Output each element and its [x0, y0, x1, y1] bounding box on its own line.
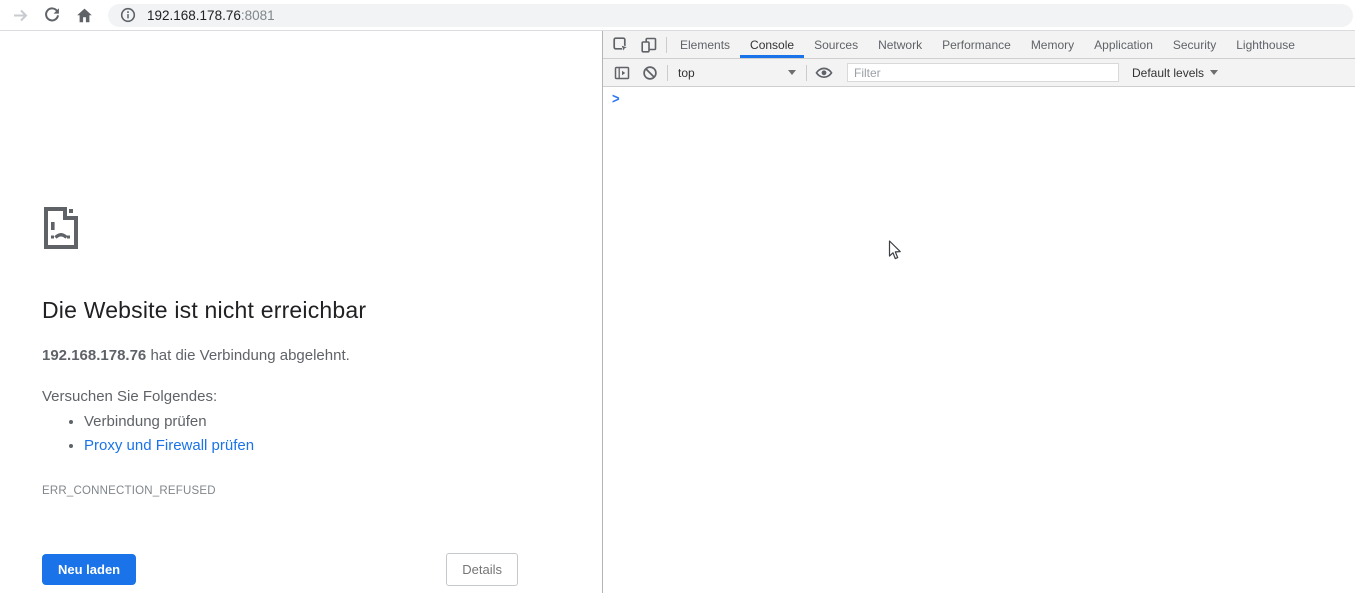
toggle-device-toolbar-icon	[641, 37, 657, 53]
inspect-element-icon	[613, 36, 629, 53]
dropdown-caret-icon	[1210, 70, 1219, 75]
home-icon	[76, 8, 92, 22]
error-title: Die Website ist nicht erreichbar	[42, 297, 367, 323]
reload-button[interactable]	[38, 1, 66, 29]
console-toolbar: top Default levels	[603, 59, 1355, 87]
url-port: :8081	[240, 7, 275, 23]
context-label: top	[678, 65, 695, 80]
details-button[interactable]: Details	[446, 553, 518, 586]
forward-button[interactable]	[6, 1, 34, 29]
error-message-host: 192.168.178.76	[42, 347, 147, 364]
error-page: Die Website ist nicht erreichbar 192.168…	[0, 31, 602, 593]
tab-sources[interactable]: Sources	[804, 31, 868, 58]
devtools-panel: Elements Console Sources Network Perform…	[602, 31, 1355, 593]
tab-console[interactable]: Console	[740, 31, 805, 58]
live-expression-button[interactable]	[810, 64, 838, 82]
home-button[interactable]	[70, 1, 98, 29]
error-code: ERR_CONNECTION_REFUSED	[42, 485, 216, 497]
browser-window: 192.168.178.76:8081 Die Website ist nich…	[0, 0, 1355, 593]
tab-lighthouse[interactable]: Lighthouse	[1226, 31, 1305, 58]
clear-console-button[interactable]	[636, 65, 664, 81]
toggle-device-toolbar-button[interactable]	[635, 31, 663, 58]
reload-icon	[45, 7, 59, 22]
log-levels-dropdown[interactable]: Default levels	[1132, 65, 1219, 80]
tab-memory[interactable]: Memory	[1021, 31, 1084, 58]
reload-page-button[interactable]: Neu laden	[42, 554, 137, 585]
sad-file-icon	[44, 207, 78, 249]
tab-application[interactable]: Application	[1084, 31, 1163, 58]
tab-elements[interactable]: Elements	[670, 31, 740, 58]
url-host: 192.168.178.76	[147, 7, 241, 23]
toolbar-separator	[666, 36, 667, 53]
content-area: Die Website ist nicht erreichbar 192.168…	[0, 31, 1355, 593]
eye-icon	[815, 67, 833, 78]
suggestion-check-connection: Verbindung prüfen	[84, 410, 518, 434]
browser-toolbar: 192.168.178.76:8081	[0, 0, 1355, 31]
console-prompt-chevron-icon: >	[612, 90, 620, 107]
suggestion-check-proxy-firewall: Proxy und Firewall prüfen	[84, 434, 518, 458]
clear-console-icon	[643, 65, 657, 80]
error-buttons-row: Neu laden Details	[42, 553, 518, 586]
tab-network[interactable]: Network	[868, 31, 932, 58]
proxy-firewall-link[interactable]: Proxy und Firewall prüfen	[84, 437, 254, 454]
console-prompt-row[interactable]: >	[603, 87, 1355, 105]
address-bar[interactable]: 192.168.178.76:8081	[108, 3, 1353, 27]
devtools-tabbar: Elements Console Sources Network Perform…	[603, 31, 1355, 59]
info-icon[interactable]	[120, 7, 136, 23]
javascript-context-dropdown[interactable]: top	[671, 59, 803, 86]
console-sidebar-icon	[614, 66, 630, 79]
error-message: 192.168.178.76 hat die Verbindung abgele…	[42, 347, 518, 364]
suggestions-heading: Versuchen Sie Folgendes:	[42, 388, 218, 405]
suggestions-list: Verbindung prüfen Proxy und Firewall prü…	[42, 410, 518, 458]
toolbar-separator	[667, 64, 668, 81]
dropdown-caret-icon	[788, 70, 796, 75]
tab-security[interactable]: Security	[1163, 31, 1226, 58]
log-levels-label: Default levels	[1132, 65, 1205, 80]
inspect-element-button[interactable]	[607, 31, 635, 58]
toolbar-separator	[806, 64, 807, 81]
forward-arrow-icon	[13, 9, 27, 21]
url-text[interactable]: 192.168.178.76:8081	[147, 8, 275, 23]
console-sidebar-button[interactable]	[608, 65, 636, 81]
error-message-rest: hat die Verbindung abgelehnt.	[146, 347, 350, 364]
console-filter-input[interactable]	[847, 63, 1119, 82]
tab-performance[interactable]: Performance	[932, 31, 1021, 58]
console-messages-area[interactable]: >	[603, 87, 1355, 593]
